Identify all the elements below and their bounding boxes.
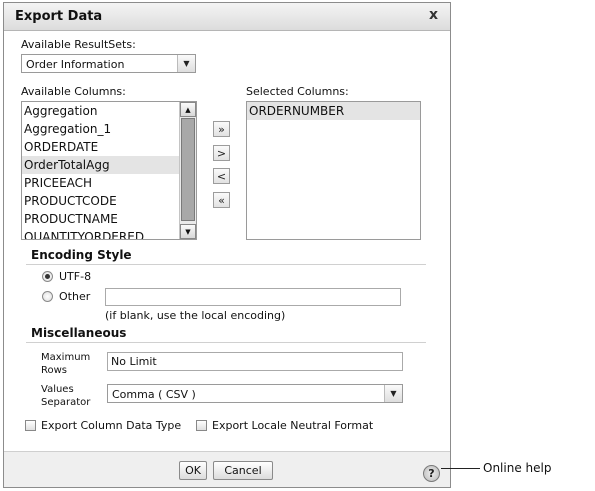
utf8-label: UTF-8	[59, 270, 92, 283]
export-locale-neutral-label: Export Locale Neutral Format	[212, 419, 374, 432]
values-separator-select[interactable]: Comma ( CSV ) ▼	[107, 384, 403, 403]
available-column-item[interactable]: Aggregation	[22, 102, 196, 120]
encoding-divider	[26, 264, 426, 265]
online-help-callout: Online help	[483, 461, 552, 475]
chevron-down-icon[interactable]: ▼	[177, 55, 195, 72]
misc-divider	[26, 342, 426, 343]
ok-button[interactable]: OK	[179, 461, 207, 480]
chevron-down-icon[interactable]: ▼	[384, 385, 402, 402]
add-all-button[interactable]: »	[213, 121, 230, 137]
available-resultsets-label: Available ResultSets:	[21, 38, 136, 51]
export-locale-neutral-checkbox[interactable]	[196, 420, 207, 431]
available-column-item[interactable]: PRODUCTCODE	[22, 192, 196, 210]
selected-columns-list[interactable]: ORDERNUMBER	[246, 101, 421, 240]
resultset-select-value: Order Information	[26, 58, 125, 71]
values-separator-value: Comma ( CSV )	[112, 388, 196, 401]
scroll-down-icon[interactable]: ▼	[180, 224, 196, 239]
selected-columns-label: Selected Columns:	[246, 85, 349, 98]
max-rows-label: Maximum Rows	[41, 352, 91, 376]
other-label: Other	[59, 290, 91, 303]
dialog-footer: OK Cancel ?	[4, 451, 450, 487]
export-data-dialog: Export Data x Available ResultSets: Orde…	[3, 2, 451, 488]
scroll-up-icon[interactable]: ▲	[180, 102, 196, 117]
other-radio[interactable]	[42, 291, 53, 302]
add-button[interactable]: >	[213, 145, 230, 161]
scroll-thumb[interactable]	[181, 118, 195, 221]
available-column-item[interactable]: OrderTotalAgg	[22, 156, 196, 174]
available-column-item[interactable]: ORDERDATE	[22, 138, 196, 156]
available-column-item[interactable]: Aggregation_1	[22, 120, 196, 138]
available-columns-list[interactable]: Aggregation Aggregation_1 ORDERDATE OrderTo…	[21, 101, 197, 240]
close-icon[interactable]: x	[429, 7, 438, 23]
available-column-item[interactable]: PRODUCTNAME	[22, 210, 196, 228]
available-columns-scrollbar[interactable]: ▲ ▼	[179, 102, 196, 239]
encoding-section-title: Encoding Style	[31, 248, 132, 262]
selected-column-item[interactable]: ORDERNUMBER	[247, 102, 420, 120]
other-encoding-input[interactable]	[105, 288, 401, 306]
export-column-data-type-checkbox[interactable]	[25, 420, 36, 431]
cancel-button[interactable]: Cancel	[213, 461, 273, 480]
available-column-item[interactable]: PRICEEACH	[22, 174, 196, 192]
remove-button[interactable]: <	[213, 168, 230, 184]
encoding-hint: (if blank, use the local encoding)	[105, 309, 286, 322]
remove-all-button[interactable]: «	[213, 192, 230, 208]
resultset-select[interactable]: Order Information ▼	[21, 54, 196, 73]
callout-line	[441, 468, 480, 469]
misc-section-title: Miscellaneous	[31, 326, 127, 340]
available-columns-label: Available Columns:	[21, 85, 126, 98]
export-column-data-type-label: Export Column Data Type	[41, 419, 182, 432]
values-separator-label: Values Separator	[41, 384, 91, 408]
title-bar: Export Data x	[4, 3, 450, 31]
max-rows-input[interactable]: No Limit	[107, 352, 403, 371]
help-icon[interactable]: ?	[423, 465, 440, 482]
dialog-title: Export Data	[15, 9, 103, 24]
available-column-item[interactable]: QUANTITYORDERED	[22, 228, 196, 239]
utf8-radio[interactable]	[42, 271, 53, 282]
